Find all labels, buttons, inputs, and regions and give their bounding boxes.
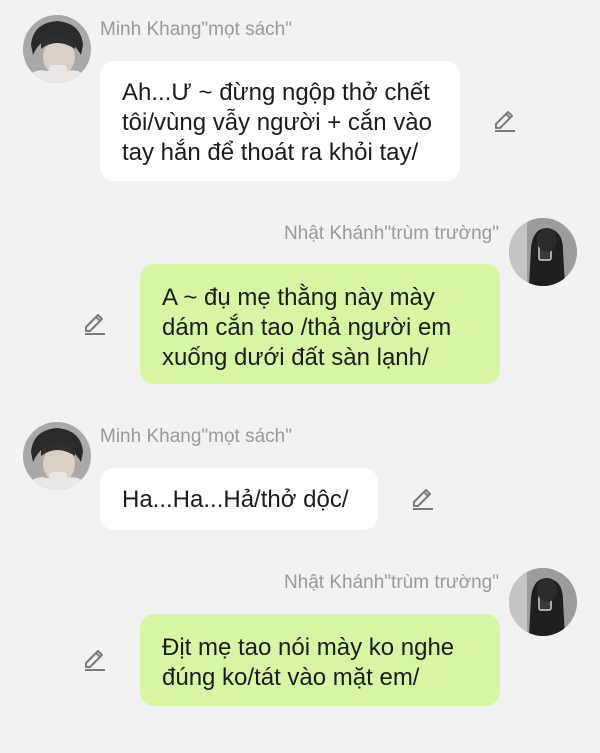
avatar-minh-khang[interactable]: [23, 15, 91, 83]
message-bubble[interactable]: Địt mẹ tao nói mày ko nghe đúng ko/tát v…: [140, 614, 500, 706]
avatar-minh-khang[interactable]: [23, 422, 91, 490]
pencil-edit-icon[interactable]: [82, 647, 108, 673]
pencil-edit-icon[interactable]: [82, 311, 108, 337]
sender-name: Nhật Khánh"trùm trường": [283, 572, 499, 593]
pencil-edit-icon[interactable]: [492, 108, 518, 134]
pencil-edit-icon[interactable]: [410, 486, 436, 512]
message-bubble[interactable]: Ah...Ư ~ đừng ngộp thở chết tôi/vùng vẫy…: [100, 61, 460, 181]
avatar-nhat-khanh[interactable]: [509, 218, 577, 286]
sender-name: Minh Khang"mọt sách": [100, 19, 292, 40]
sender-name: Minh Khang"mọt sách": [100, 426, 292, 447]
sender-name: Nhật Khánh"trùm trường": [283, 223, 499, 244]
avatar-nhat-khanh[interactable]: [509, 568, 577, 636]
message-bubble[interactable]: Ha...Ha...Hả/thở dộc/: [100, 468, 378, 530]
message-bubble[interactable]: A ~ đụ mẹ thằng này mày dám cắn tao /thả…: [140, 264, 500, 384]
